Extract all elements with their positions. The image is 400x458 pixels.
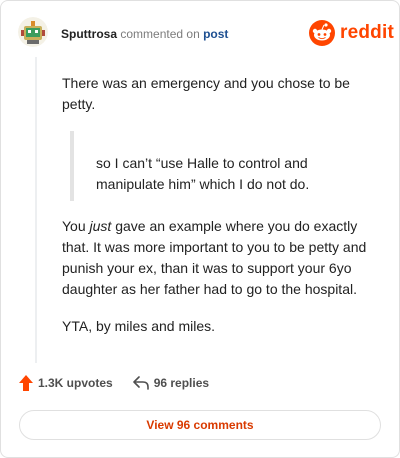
blockquote: so I can’t “use Halle to control and man… — [70, 131, 392, 201]
upvote-count: 1.3K upvotes — [38, 376, 113, 390]
post-link[interactable]: post — [203, 27, 228, 41]
paragraph-1: There was an emergency and you chose to … — [62, 75, 350, 112]
reddit-logo[interactable]: reddit — [309, 19, 394, 47]
paragraph-2-start: You — [62, 218, 90, 234]
reddit-wordmark: reddit — [340, 22, 394, 43]
reddit-logo-icon — [309, 20, 335, 46]
robot-avatar-icon — [18, 17, 48, 47]
paragraph-2-emphasis: just — [89, 218, 112, 234]
action-text: commented on — [120, 27, 200, 41]
reply-arrow-icon — [132, 376, 149, 390]
author-name[interactable]: Sputtrosa — [61, 27, 117, 41]
replies-count: 96 replies — [153, 376, 210, 390]
comment-actions: 1.3K upvotes 96 replies — [19, 375, 209, 391]
avatar[interactable] — [18, 17, 48, 47]
comment-header: Sputtrosa commented on post — [61, 27, 228, 41]
replies-button[interactable]: 96 replies — [132, 376, 210, 390]
paragraph-2: You just gave an example where you do ex… — [62, 216, 372, 300]
thread-line[interactable] — [35, 57, 37, 363]
comment-card: Sputtrosa commented on post reddit There… — [0, 0, 400, 458]
quote-text: so I can’t “use Halle to control and man… — [96, 155, 310, 192]
view-comments-button[interactable]: View 96 comments — [19, 410, 381, 440]
upvote-button[interactable]: 1.3K upvotes — [19, 375, 113, 391]
upvote-arrow-icon — [19, 375, 33, 391]
paragraph-3: YTA, by miles and miles. — [62, 318, 216, 334]
